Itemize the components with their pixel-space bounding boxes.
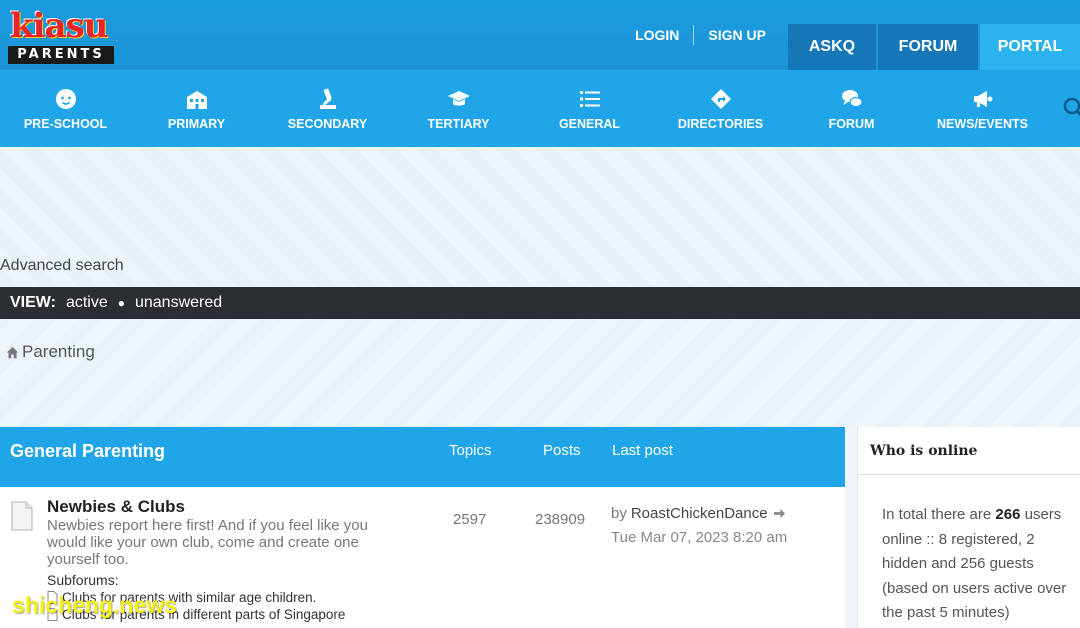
tab-portal[interactable]: PORTAL — [980, 24, 1080, 70]
posts-count: 238909 — [535, 511, 586, 528]
who-is-online-title: Who is online — [858, 427, 1080, 475]
logo-script-text: kiasu — [10, 6, 108, 46]
logo-sub-text: PARENTS — [8, 46, 114, 64]
nav-directories[interactable]: DIRECTORIES — [655, 70, 786, 147]
view-active-link[interactable]: active — [66, 294, 108, 312]
breadcrumb-area — [0, 319, 1080, 427]
signup-link[interactable]: SIGN UP — [700, 0, 774, 70]
nav-tertiary[interactable]: TERTIARY — [393, 70, 524, 147]
directions-icon — [710, 88, 731, 109]
nav-label: PRE-SCHOOL — [23, 116, 108, 131]
section-title[interactable]: General Parenting — [10, 441, 165, 462]
nav-secondary[interactable]: SECONDARY — [262, 70, 393, 147]
megaphone-icon — [973, 90, 992, 107]
last-post-date: Tue Mar 07, 2023 8:20 am — [611, 529, 788, 546]
search-icon[interactable] — [1056, 96, 1080, 120]
nav-label: PRIMARY — [167, 116, 226, 131]
home-icon[interactable] — [6, 346, 19, 359]
online-text-post: users online :: 8 registered, 2 hidden a… — [882, 506, 1067, 621]
nav-label: NEWS/EVENTS — [937, 116, 1028, 131]
breadcrumb: Parenting — [6, 342, 95, 362]
nav-general[interactable]: GENERAL — [524, 70, 655, 147]
online-total-count: 266 — [995, 506, 1021, 523]
view-label: VIEW: — [10, 294, 56, 311]
last-post-by-label: by — [611, 505, 627, 522]
graduation-cap-icon — [447, 90, 470, 105]
nav-label: TERTIARY — [427, 116, 490, 131]
nav-forum[interactable]: FORUM — [786, 70, 917, 147]
forum-title-link[interactable]: Newbies & Clubs — [47, 497, 185, 517]
posts-column-header: Posts — [543, 442, 581, 459]
last-post-author: by RoastChickenDance — [611, 505, 786, 522]
subforums-label: Subforums: — [47, 572, 119, 588]
advanced-search-link[interactable]: Advanced search — [0, 257, 124, 275]
school-icon — [186, 90, 207, 109]
arrow-right-icon[interactable] — [773, 507, 786, 520]
nav-news-events[interactable]: NEWS/EVENTS — [917, 70, 1048, 147]
baby-icon — [55, 88, 76, 109]
nav-label: GENERAL — [558, 116, 621, 131]
category-nav: PRE-SCHOOL PRIMARY SECONDARY TERTIARY GE… — [0, 70, 1080, 147]
site-logo[interactable]: kiasu PARENTS — [8, 6, 116, 64]
list-icon — [579, 90, 600, 107]
tab-forum[interactable]: FORUM — [878, 24, 978, 70]
nav-label: FORUM — [828, 116, 875, 131]
nav-pre-school[interactable]: PRE-SCHOOL — [0, 70, 131, 147]
banner-background — [0, 147, 1080, 287]
forum-description: Newbies report here first! And if you fe… — [47, 517, 368, 568]
online-text-pre: In total there are — [882, 506, 992, 523]
login-link[interactable]: LOGIN — [627, 0, 687, 70]
link-separator — [693, 25, 695, 45]
watermark-text: shicheng.news — [12, 592, 177, 618]
forum-list-header: General Parenting Topics Posts Last post — [0, 427, 845, 487]
microscope-icon — [319, 88, 336, 109]
last-post-user-link[interactable]: RoastChickenDance — [631, 505, 768, 522]
top-header: kiasu PARENTS LOGIN SIGN UP ASKQ FORUM P… — [0, 0, 1080, 70]
tab-askq[interactable]: ASKQ — [788, 24, 876, 70]
nav-label: SECONDARY — [287, 116, 368, 131]
top-links: LOGIN SIGN UP ASKQ FORUM PORTAL — [627, 0, 1080, 70]
who-is-online-text: In total there are 266 users online :: 8… — [882, 503, 1077, 626]
nav-primary[interactable]: PRIMARY — [131, 70, 262, 147]
nav-label: DIRECTORIES — [677, 116, 764, 131]
forum-read-icon — [11, 501, 33, 531]
topics-column-header: Topics — [449, 442, 492, 459]
last-post-column-header: Last post — [612, 442, 673, 459]
topics-count: 2597 — [453, 511, 487, 528]
breadcrumb-parenting-link[interactable]: Parenting — [22, 342, 95, 362]
view-separator-dot: ● — [117, 296, 125, 310]
chat-icon — [841, 89, 863, 107]
view-unanswered-link[interactable]: unanswered — [135, 294, 222, 312]
view-bar: VIEW: active ● unanswered — [0, 287, 1080, 319]
who-is-online-panel: Who is online In total there are 266 use… — [857, 427, 1080, 628]
